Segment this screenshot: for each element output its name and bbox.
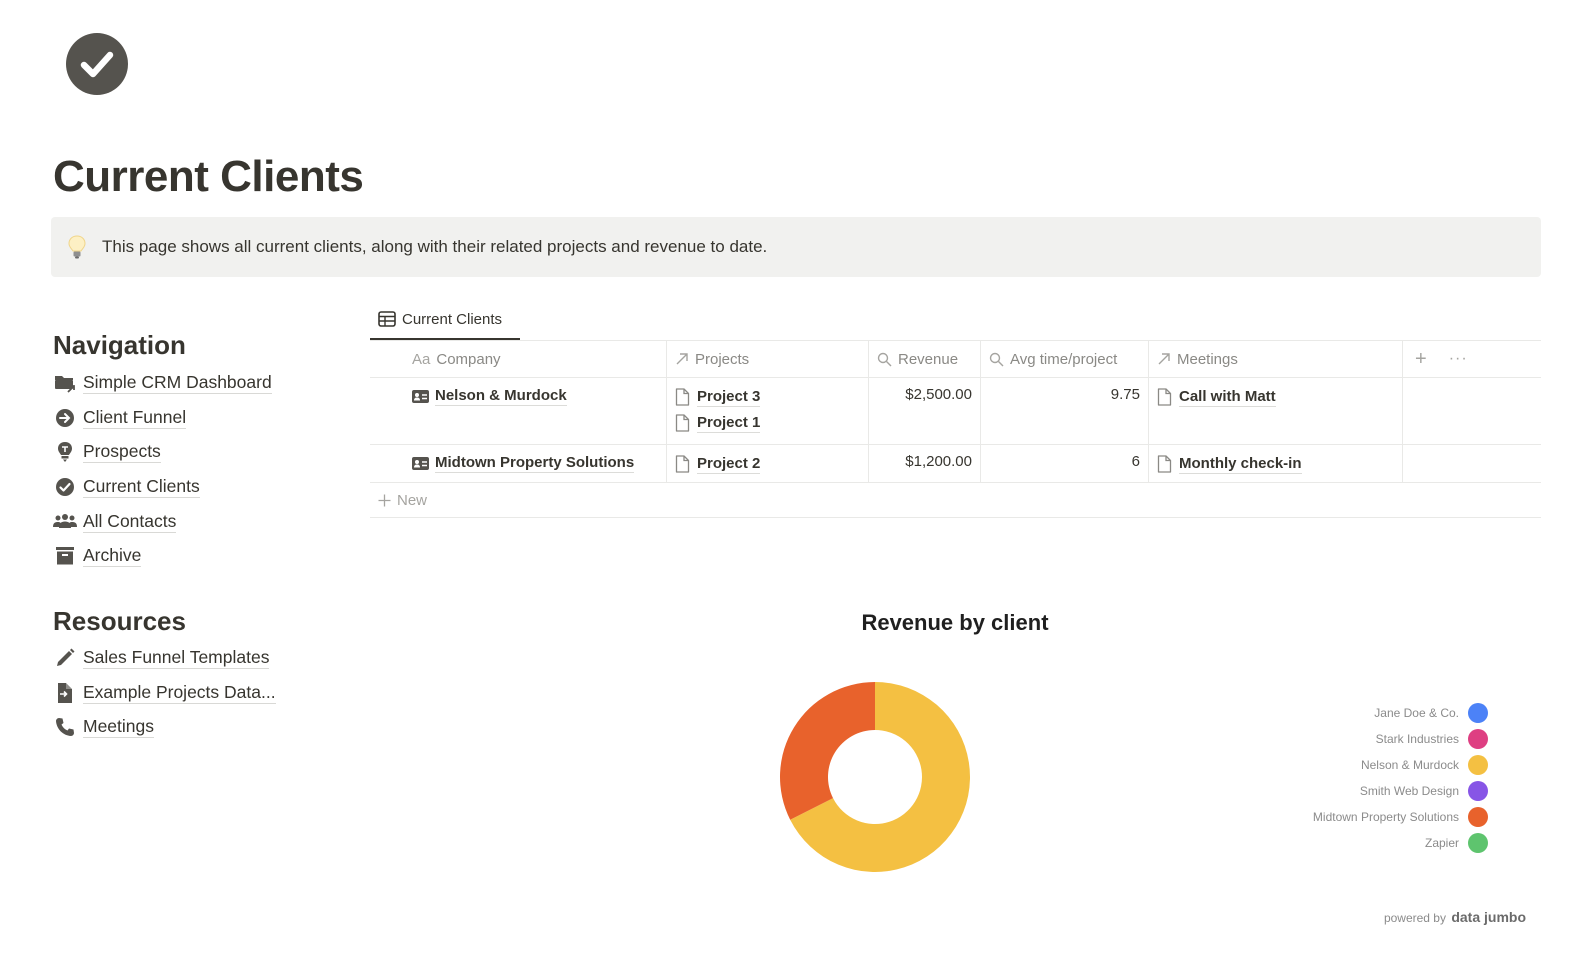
lightbulb-icon — [68, 235, 86, 259]
revenue-donut-chart — [780, 682, 970, 872]
rollup-search-icon — [989, 352, 1004, 367]
add-column-button[interactable]: + — [1415, 348, 1427, 371]
legend-item[interactable]: Nelson & Murdock — [1313, 752, 1488, 778]
legend-label: Jane Doe & Co. — [1374, 706, 1459, 720]
relation-arrow-icon — [1157, 352, 1171, 366]
legend-item[interactable]: Zapier — [1313, 830, 1488, 856]
company-link[interactable]: Nelson & Murdock — [412, 386, 658, 406]
check-circle-icon — [53, 475, 77, 499]
legend-item[interactable]: Midtown Property Solutions — [1313, 804, 1488, 830]
resources-list: Sales Funnel Templates Example Projects … — [53, 641, 276, 745]
revenue-cell[interactable]: $2,500.00 — [869, 378, 981, 444]
legend-label: Midtown Property Solutions — [1312, 810, 1459, 824]
page-icon — [1157, 388, 1172, 406]
column-header-avg-time-project[interactable]: Avg time/project — [981, 341, 1149, 377]
rollup-search-icon — [877, 352, 892, 367]
legend-label: Zapier — [1424, 836, 1459, 850]
legend-label: Stark Industries — [1375, 732, 1459, 746]
legend-swatch — [1468, 781, 1488, 801]
resource-item-meetings[interactable]: Meetings — [53, 710, 276, 745]
legend-swatch — [1468, 729, 1488, 749]
legend-swatch — [1468, 833, 1488, 853]
column-header-meetings[interactable]: Meetings — [1149, 341, 1403, 377]
check-circle-icon[interactable] — [65, 32, 129, 96]
document-import-icon — [53, 681, 77, 705]
contact-card-icon — [412, 456, 429, 470]
donut-slice-midtown-property-solutions[interactable] — [780, 682, 875, 820]
callout-text: This page shows all current clients, alo… — [102, 237, 768, 256]
meeting-link[interactable]: Monthly check-in — [1157, 449, 1394, 479]
archive-icon — [53, 544, 77, 568]
chart-legend: Jane Doe & Co. Stark Industries Nelson & M… — [1313, 700, 1488, 856]
page-title: Current Clients — [53, 152, 364, 201]
nav-item-prospects[interactable]: Prospects — [53, 435, 272, 470]
database-table: Aa Company Projects Revenue Avg time/pro… — [370, 340, 1541, 518]
legend-item[interactable]: Jane Doe & Co. — [1313, 700, 1488, 726]
legend-swatch — [1468, 807, 1488, 827]
more-options-button[interactable]: ··· — [1449, 350, 1468, 368]
column-header-company[interactable]: Aa Company — [370, 341, 667, 377]
table-row[interactable]: Nelson & Murdock Project 3 Project 1 $2,… — [370, 378, 1541, 445]
table-icon — [378, 311, 396, 327]
navigation-heading: Navigation — [53, 330, 186, 360]
legend-item[interactable]: Stark Industries — [1313, 726, 1488, 752]
legend-label: Nelson & Murdock — [1360, 758, 1459, 772]
table-header-row: Aa Company Projects Revenue Avg time/pro… — [370, 341, 1541, 378]
legend-label: Smith Web Design — [1359, 784, 1459, 798]
project-link[interactable]: Project 2 — [675, 449, 860, 479]
callout: This page shows all current clients, alo… — [51, 217, 1541, 277]
brand-logo: data jumbo — [1451, 909, 1526, 925]
plus-icon — [378, 494, 391, 506]
project-link[interactable]: Project 1 — [675, 408, 860, 438]
page-icon — [675, 455, 690, 473]
folder-link-icon — [53, 371, 77, 395]
nav-item-simple-crm-dashboard[interactable]: Simple CRM Dashboard — [53, 366, 272, 401]
nav-item-client-funnel[interactable]: Client Funnel — [53, 401, 272, 436]
legend-swatch — [1468, 703, 1488, 723]
column-header-projects[interactable]: Projects — [667, 341, 869, 377]
nav-item-all-contacts[interactable]: All Contacts — [53, 504, 272, 539]
people-icon — [53, 510, 77, 534]
nav-item-archive[interactable]: Archive — [53, 539, 272, 574]
legend-swatch — [1468, 755, 1488, 775]
navigation-list: Simple CRM Dashboard Client Funnel Prosp… — [53, 366, 272, 574]
nav-item-current-clients[interactable]: Current Clients — [53, 470, 272, 505]
powered-by[interactable]: powered by data jumbo — [1384, 909, 1526, 925]
column-actions: + ··· — [1403, 341, 1541, 377]
resource-item-sales-funnel-templates[interactable]: Sales Funnel Templates — [53, 641, 276, 676]
revenue-cell[interactable]: $1,200.00 — [869, 445, 981, 482]
page-icon — [675, 388, 690, 406]
lightbulb-icon — [53, 440, 77, 464]
page-icon — [675, 414, 690, 432]
text-icon: Aa — [412, 350, 431, 368]
current-clients-database: Current Clients Aa Company Projects Reve… — [370, 300, 1541, 518]
meeting-link[interactable]: Call with Matt — [1157, 382, 1394, 412]
column-header-revenue[interactable]: Revenue — [869, 341, 981, 377]
pencil-icon — [53, 646, 77, 670]
new-row-button[interactable]: New — [370, 483, 1541, 518]
legend-item[interactable]: Smith Web Design — [1313, 778, 1488, 804]
table-row[interactable]: Midtown Property Solutions Project 2 $1,… — [370, 445, 1541, 483]
database-view-tab[interactable]: Current Clients — [370, 300, 520, 340]
relation-arrow-icon — [675, 352, 689, 366]
arrow-circle-icon — [53, 406, 77, 430]
avg-time-cell[interactable]: 9.75 — [981, 378, 1149, 444]
contact-card-icon — [412, 389, 429, 403]
phone-icon — [53, 715, 77, 739]
page-icon — [1157, 455, 1172, 473]
company-link[interactable]: Midtown Property Solutions — [412, 453, 658, 473]
chart-title: Revenue by client — [861, 610, 1049, 635]
resource-item-example-projects-data[interactable]: Example Projects Data... — [53, 676, 276, 711]
avg-time-cell[interactable]: 6 — [981, 445, 1149, 482]
